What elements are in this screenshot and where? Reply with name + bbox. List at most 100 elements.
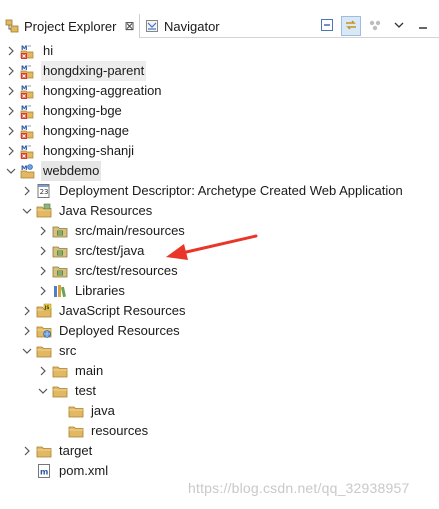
- tree-item[interactable]: Mhongxing-nage: [0, 121, 131, 141]
- maven-project-error-icon: M: [19, 42, 37, 60]
- collapsed-arrow-icon[interactable]: [5, 41, 17, 61]
- tree-item-label: JavaScript Resources: [59, 303, 186, 318]
- collapsed-arrow-icon[interactable]: [5, 121, 17, 141]
- collapsed-arrow-icon[interactable]: [21, 441, 33, 461]
- navigator-icon: [145, 19, 159, 33]
- expanded-arrow-icon[interactable]: [37, 381, 49, 401]
- tree-item[interactable]: Mhongdxing-parent: [0, 61, 147, 81]
- focus-icon: [368, 18, 382, 35]
- tree-item-label: hongdxing-parent: [41, 61, 147, 81]
- tree-item[interactable]: main: [0, 361, 105, 381]
- collapsed-arrow-icon[interactable]: [37, 241, 49, 261]
- tab-project-explorer[interactable]: Project Explorer ⊠: [0, 14, 140, 38]
- tree-item-label: hi: [43, 43, 54, 58]
- svg-text:m: m: [40, 468, 48, 477]
- tree-item-label: hongxing-aggreation: [43, 83, 162, 98]
- collapsed-arrow-icon[interactable]: [5, 61, 17, 81]
- svg-text:23: 23: [40, 188, 49, 196]
- expanded-arrow-icon[interactable]: [21, 341, 33, 361]
- tree-item[interactable]: m pom.xml: [0, 461, 110, 481]
- collapse-all-button[interactable]: [317, 16, 337, 36]
- collapsed-arrow-icon[interactable]: [37, 281, 49, 301]
- maven-project-error-icon: M: [19, 142, 37, 160]
- collapse-all-icon: [320, 18, 334, 35]
- collapsed-arrow-icon[interactable]: [21, 181, 33, 201]
- tree-item[interactable]: src/main/resources: [0, 221, 187, 241]
- svg-text:JS: JS: [44, 305, 50, 311]
- tree-item-label: src: [59, 343, 77, 358]
- collapsed-arrow-icon[interactable]: [5, 81, 17, 101]
- tree-item-label: Java Resources: [59, 203, 153, 218]
- link-with-editor-icon: [344, 18, 358, 35]
- tree-item-label: main: [75, 363, 104, 378]
- view-tab-bar: Project Explorer ⊠ Navigator: [0, 0, 439, 38]
- view-menu-button[interactable]: [389, 16, 409, 36]
- source-folder-icon: [51, 262, 69, 280]
- deployment-descriptor-icon: 23: [35, 182, 53, 200]
- minimize-icon: [417, 19, 429, 34]
- tree-item-label: webdemo: [41, 161, 102, 181]
- tree-item-label: Libraries: [75, 283, 125, 298]
- collapsed-arrow-icon[interactable]: [21, 321, 33, 341]
- tree-item[interactable]: test: [0, 381, 98, 401]
- tree-item[interactable]: src/test/resources: [0, 261, 180, 281]
- tree-item[interactable]: Mhongxing-aggreation: [0, 81, 164, 101]
- folder-icon: [35, 442, 53, 460]
- collapsed-arrow-icon[interactable]: [37, 361, 49, 381]
- tree-item[interactable]: resources: [0, 421, 150, 441]
- folder-icon: [51, 362, 69, 380]
- tree-item-label: src/main/resources: [75, 223, 185, 238]
- watermark: https://blog.csdn.net/qq_32938957: [188, 480, 410, 496]
- maven-project-error-icon: M: [19, 62, 37, 80]
- tree-item-label: test: [75, 383, 96, 398]
- collapsed-arrow-icon[interactable]: [21, 301, 33, 321]
- view-menu-icon: [393, 19, 405, 34]
- tree-item-label: Deployment Descriptor: Archetype Created…: [59, 183, 403, 198]
- tree-item[interactable]: Mhongxing-bge: [0, 101, 124, 121]
- expanded-arrow-icon[interactable]: [21, 201, 33, 221]
- close-icon[interactable]: ⊠: [124, 19, 134, 33]
- tab-navigator[interactable]: Navigator: [140, 14, 250, 38]
- maven-project-error-icon: M: [19, 122, 37, 140]
- tree-item[interactable]: Mhongxing-shanji: [0, 141, 136, 161]
- tree-item[interactable]: Java Resources: [0, 201, 154, 221]
- tree-item-label: java: [91, 403, 115, 418]
- maven-web-project-icon: M: [19, 162, 37, 180]
- tree-item[interactable]: JS JavaScript Resources: [0, 301, 187, 321]
- tree-item-label: pom.xml: [59, 463, 109, 478]
- collapsed-arrow-icon[interactable]: [5, 141, 17, 161]
- tree-item[interactable]: 23 Deployment Descriptor: Archetype Creat…: [0, 181, 405, 201]
- folder-icon: [51, 382, 69, 400]
- tree-item[interactable]: target: [0, 441, 94, 461]
- link-with-editor-button[interactable]: [341, 16, 361, 36]
- tab-navigator-label: Navigator: [164, 18, 220, 34]
- tree-item[interactable]: src/test/java: [0, 241, 146, 261]
- tree-item[interactable]: Mwebdemo: [0, 161, 102, 181]
- tree-item[interactable]: Deployed Resources: [0, 321, 182, 341]
- collapsed-arrow-icon[interactable]: [37, 221, 49, 241]
- collapsed-arrow-icon[interactable]: [37, 261, 49, 281]
- view-toolbar: [317, 14, 439, 38]
- javascript-resources-icon: JS: [35, 302, 53, 320]
- expanded-arrow-icon[interactable]: [5, 161, 17, 181]
- maven-project-error-icon: M: [19, 82, 37, 100]
- tree-item-label: hongxing-nage: [43, 123, 130, 138]
- tree-item-label: Deployed Resources: [59, 323, 180, 338]
- minimize-button[interactable]: [413, 16, 433, 36]
- maven-project-error-icon: M: [19, 102, 37, 120]
- collapsed-arrow-icon[interactable]: [5, 101, 17, 121]
- focus-button[interactable]: [365, 16, 385, 36]
- tab-project-explorer-label: Project Explorer: [24, 18, 117, 34]
- tree-item-label: target: [59, 443, 93, 458]
- tree-item[interactable]: src: [0, 341, 78, 361]
- tree-item-label: hongxing-shanji: [43, 143, 135, 158]
- tree-item-label: src/test/resources: [75, 263, 178, 278]
- tree-item[interactable]: Mhi: [0, 41, 55, 61]
- tree-item[interactable]: Libraries: [0, 281, 127, 301]
- folder-icon: [67, 422, 85, 440]
- tree-item[interactable]: java: [0, 401, 117, 421]
- libraries-icon: [51, 282, 69, 300]
